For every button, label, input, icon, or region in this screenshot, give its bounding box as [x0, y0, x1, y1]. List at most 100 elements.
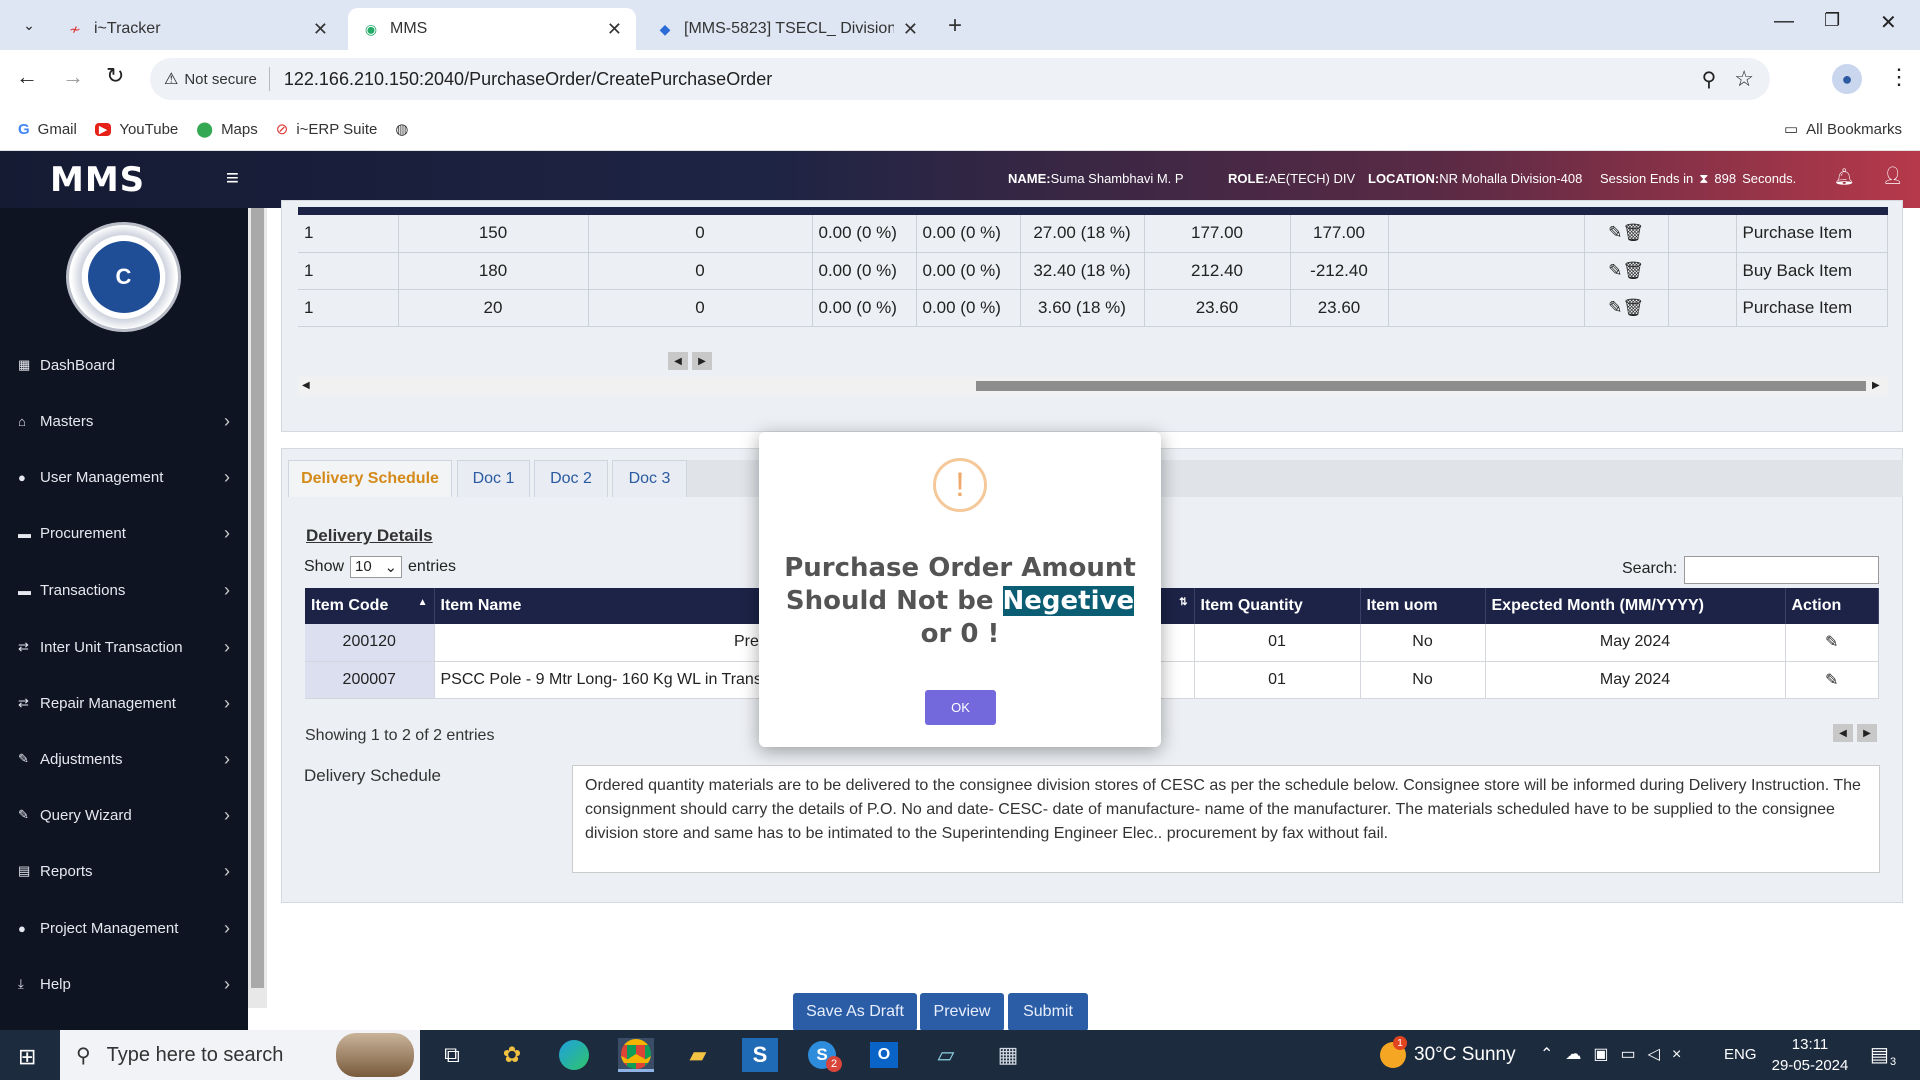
weather-text[interactable]: 30°C Sunny	[1414, 1044, 1516, 1066]
restore-icon[interactable]: ❐	[1824, 10, 1840, 31]
tab-jira[interactable]: ◆ [MMS-5823] TSECL_ Division W ✕	[642, 8, 932, 50]
file-explorer-icon[interactable]: ▰	[680, 1038, 716, 1072]
minimize-icon[interactable]: —	[1774, 10, 1794, 33]
table-cell: 0.00 (0 %)	[916, 289, 1021, 327]
all-bookmarks[interactable]: ▭ All Bookmarks	[1784, 120, 1902, 139]
notes-icon[interactable]: ▱	[928, 1038, 964, 1072]
taskbar-search[interactable]: ⚲ Type here to search	[60, 1030, 420, 1080]
all-bookmarks-label: All Bookmarks	[1806, 120, 1902, 138]
mms-favicon-icon: ◉	[364, 20, 378, 37]
sidebar-item-user-management[interactable]: ● User Management ›	[18, 462, 230, 492]
tab-itracker[interactable]: ≁ i~Tracker ✕	[52, 8, 342, 50]
col-expected-month[interactable]: Expected Month (MM/YYYY)	[1485, 588, 1786, 624]
preview-button[interactable]: Preview	[920, 993, 1004, 1031]
delete-icon[interactable]: 🗑︎	[1622, 223, 1644, 242]
col-item-code[interactable]: Item Code ▲	[305, 588, 435, 624]
table-cell: 32.40 (18 %)	[1020, 252, 1145, 290]
save-draft-button[interactable]: Save As Draft	[793, 993, 917, 1031]
bookmark-gmail[interactable]: G Gmail	[18, 121, 77, 138]
sidebar-item-help[interactable]: ⤓ Help ›	[18, 969, 230, 999]
sidebar-item-inter-unit-transaction[interactable]: ⇄ Inter Unit Transaction ›	[18, 632, 230, 662]
horizontal-scrollbar[interactable]: ◀ ▶	[298, 377, 1888, 395]
edit-icon[interactable]: ✎	[1825, 672, 1838, 689]
edge-icon[interactable]	[556, 1038, 592, 1072]
delivery-next-icon[interactable]: ▶	[1857, 724, 1877, 742]
calculator-icon[interactable]: ▦	[990, 1038, 1026, 1072]
notifications-icon[interactable]: ▤	[1870, 1042, 1889, 1067]
app-brand[interactable]: MMS	[0, 151, 248, 208]
address-bar[interactable]: ⚠ Not secure 122.166.210.150:2040/Purcha…	[150, 58, 1770, 100]
edit-icon[interactable]: ✎	[1608, 261, 1622, 280]
sidebar-item-dashboard[interactable]: ▦ DashBoard	[18, 350, 230, 380]
col-item-quantity[interactable]: Item Quantity	[1194, 588, 1361, 624]
edit-icon[interactable]: ✎	[1825, 634, 1838, 651]
forward-icon[interactable]: →	[62, 64, 84, 90]
new-tab-icon[interactable]: +	[948, 12, 962, 40]
bell-icon[interactable]: 🔔︎	[1834, 167, 1854, 187]
delivery-details-heading: Delivery Details	[306, 526, 433, 545]
close-icon[interactable]: ✕	[313, 19, 328, 40]
chrome-icon[interactable]	[618, 1038, 654, 1072]
tab-doc-1[interactable]: Doc 1	[457, 460, 530, 497]
app-s-icon[interactable]: S	[742, 1038, 778, 1072]
menu-kebab-icon[interactable]: ⋮	[1888, 64, 1910, 90]
tab-doc-3[interactable]: Doc 3	[612, 460, 687, 497]
tray-icons[interactable]: ⌃☁▣▭◁×	[1540, 1044, 1693, 1064]
window-close-icon[interactable]: ✕	[1880, 10, 1897, 35]
tab-search-icon[interactable]: ⌄	[14, 12, 44, 38]
reload-icon[interactable]: ↻	[106, 63, 124, 89]
table-prev-icon[interactable]: ◀	[668, 352, 688, 370]
col-item-uom[interactable]: Item uom	[1360, 588, 1486, 624]
back-icon[interactable]: ←	[16, 64, 38, 90]
delete-icon[interactable]: 🗑︎	[1622, 261, 1644, 280]
sidebar-item-masters[interactable]: ⌂ Masters ›	[18, 406, 230, 436]
delete-icon[interactable]: 🗑︎	[1622, 298, 1644, 317]
ok-button[interactable]: OK	[925, 690, 996, 725]
close-icon[interactable]: ✕	[607, 19, 622, 40]
sidebar-item-query-wizard[interactable]: ✎ Query Wizard ›	[18, 800, 230, 830]
tab-mms[interactable]: ◉ MMS ✕	[348, 8, 636, 50]
sidebar-item-transactions[interactable]: ▬ Transactions ›	[18, 575, 230, 605]
sidebar-item-reports[interactable]: ▤ Reports ›	[18, 856, 230, 886]
search-input[interactable]	[1684, 556, 1879, 584]
language-indicator[interactable]: ENG	[1724, 1046, 1757, 1063]
scroll-left-icon[interactable]: ◀	[302, 380, 310, 391]
url-text[interactable]: 122.166.210.150:2040/PurchaseOrder/Creat…	[284, 69, 772, 90]
task-view-icon[interactable]: ⧉	[434, 1038, 470, 1072]
pin-icon: ✎	[18, 751, 29, 766]
profile-avatar[interactable]: ●	[1832, 64, 1862, 94]
sidebar-item-project-management[interactable]: ● Project Management ›	[18, 913, 230, 943]
tab-title: MMS	[390, 20, 428, 37]
delivery-schedule-textarea[interactable]: Ordered quantity materials are to be del…	[572, 765, 1880, 873]
user-icon[interactable]: 👤︎	[1882, 166, 1904, 186]
sidebar-item-procurement[interactable]: ▬ Procurement ›	[18, 518, 230, 548]
windows-start-icon[interactable]: ⊞	[18, 1044, 36, 1070]
weather-alert-badge: 1	[1393, 1036, 1407, 1050]
horizontal-scroll-thumb[interactable]	[976, 381, 1866, 391]
edit-icon[interactable]: ✎	[1608, 223, 1622, 242]
page-size-select[interactable]: 10 ⌄	[350, 556, 403, 578]
tab-title: [MMS-5823] TSECL_ Division W	[684, 20, 894, 37]
bookmark-youtube[interactable]: ▶ YouTube	[94, 121, 178, 138]
tab-doc-2[interactable]: Doc 2	[534, 460, 608, 497]
sidebar-item-repair-management[interactable]: ⇄ Repair Management ›	[18, 688, 230, 718]
delivery-prev-icon[interactable]: ◀	[1833, 724, 1853, 742]
security-label[interactable]: Not secure	[184, 71, 257, 88]
close-icon[interactable]: ✕	[903, 19, 918, 40]
edit-icon[interactable]: ✎	[1608, 298, 1622, 317]
bookmark-globe[interactable]: ◍	[395, 120, 416, 138]
bookmark-maps[interactable]: ⬤ Maps	[196, 120, 257, 139]
jira-favicon-icon: ◆	[659, 20, 671, 37]
sidebar-item-adjustments[interactable]: ✎ Adjustments ›	[18, 744, 230, 774]
paint-icon[interactable]: ✿	[494, 1038, 530, 1072]
zoom-icon[interactable]: ⚲	[1702, 67, 1717, 92]
bookmark-ierp[interactable]: ⊘ i~ERP Suite	[276, 120, 378, 139]
table-next-icon[interactable]: ▶	[692, 352, 712, 370]
submit-button[interactable]: Submit	[1008, 993, 1088, 1031]
star-icon[interactable]: ☆	[1734, 66, 1754, 92]
tab-delivery-schedule[interactable]: Delivery Schedule	[288, 460, 452, 497]
outlook-icon[interactable]: O	[866, 1038, 902, 1072]
sidebar-scroll-thumb[interactable]	[251, 208, 264, 988]
clock[interactable]: 13:11 29-05-2024	[1770, 1034, 1850, 1076]
scroll-right-icon[interactable]: ▶	[1872, 380, 1880, 391]
